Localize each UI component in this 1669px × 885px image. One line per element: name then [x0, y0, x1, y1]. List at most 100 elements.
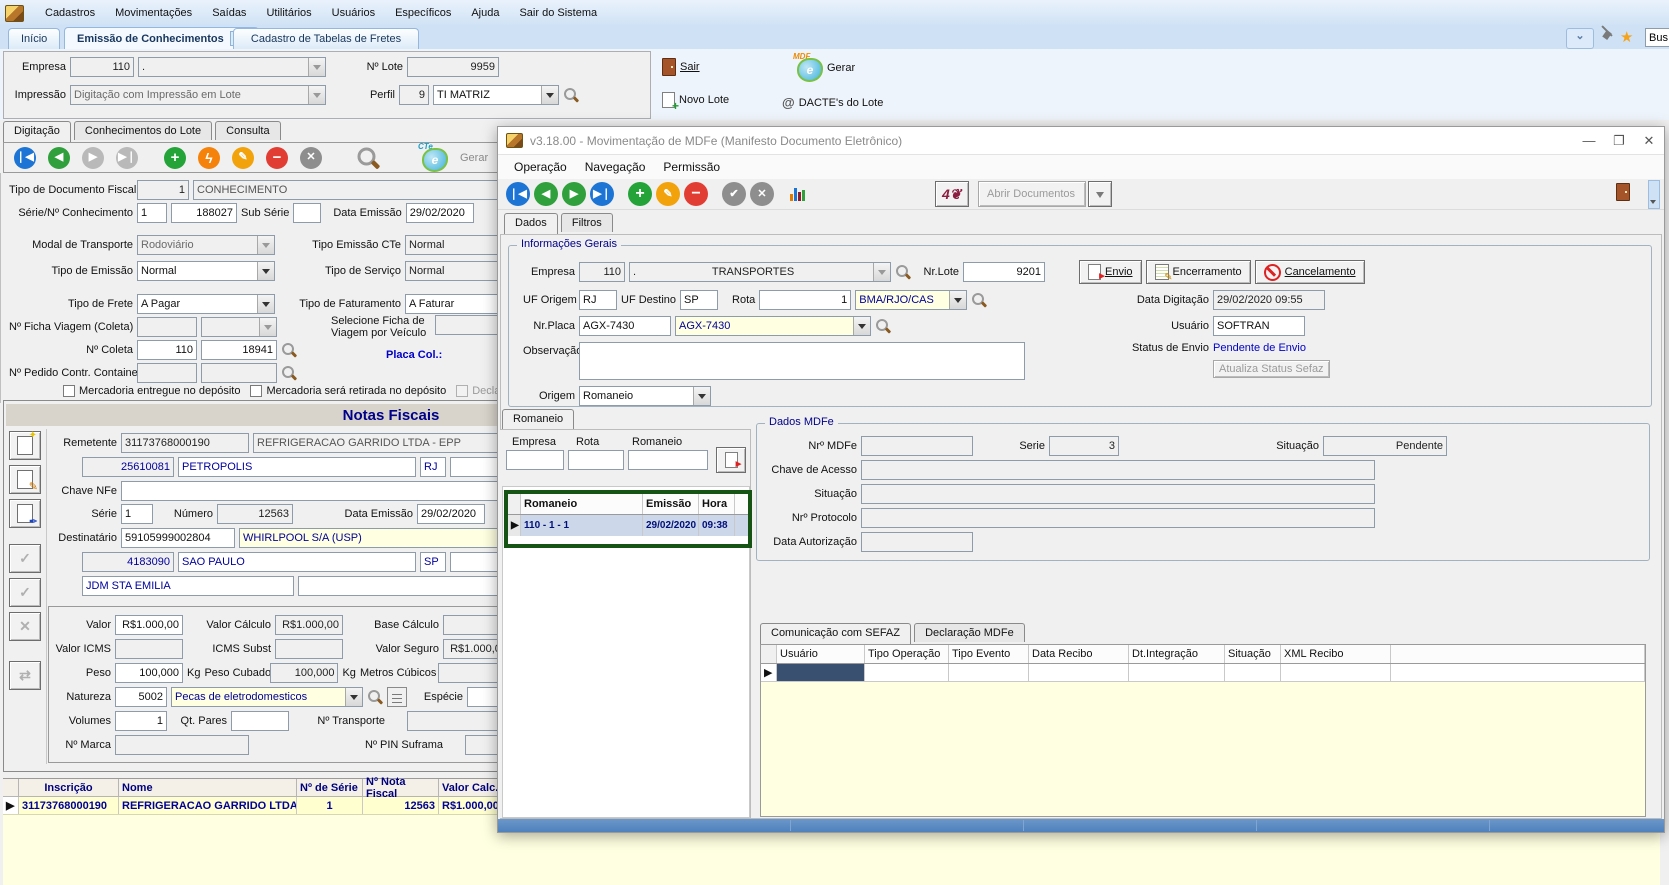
tipo-emissao-combo[interactable]: Normal — [137, 261, 275, 281]
sefaz-header-data-recibo[interactable]: Data Recibo — [1029, 645, 1129, 663]
observacao-field[interactable] — [579, 342, 1025, 380]
sefaz-grid-row[interactable]: ▶ — [761, 664, 1645, 682]
cancelamento-button[interactable]: Cancelamento — [1255, 260, 1365, 284]
nav-first-icon[interactable]: ❘◀ — [14, 147, 36, 169]
close-icon[interactable]: ✕ — [1634, 130, 1664, 152]
cancel-icon[interactable]: ✕ — [750, 182, 774, 206]
search-icon[interactable] — [563, 87, 579, 103]
sair-dialog-button[interactable] — [1616, 183, 1630, 204]
tab-digitacao[interactable]: Digitação — [3, 121, 71, 142]
nf-grid-header-inscricao[interactable]: Inscrição — [19, 779, 119, 796]
nav-first-icon[interactable]: ❘◀ — [506, 182, 530, 206]
edit-nota-button[interactable] — [9, 465, 41, 494]
remove-icon[interactable]: − — [684, 182, 708, 206]
sign-nota-button[interactable] — [9, 499, 41, 528]
mdfe-title-bar[interactable]: v3.18.00 - Movimentação de MDFe (Manifes… — [498, 127, 1664, 155]
sefaz-header-situacao[interactable]: Situação — [1225, 645, 1281, 663]
uf-destino-field[interactable]: SP — [680, 290, 718, 310]
menu-especificos[interactable]: Específicos — [386, 4, 460, 22]
valor-field[interactable]: R$1.000,00 — [115, 615, 183, 635]
menu-sair-do-sistema[interactable]: Sair do Sistema — [510, 4, 606, 22]
search-icon[interactable] — [875, 318, 891, 334]
sair-button[interactable]: Sair — [662, 58, 700, 76]
mdfe-menu-navegacao[interactable]: Navegação — [577, 158, 654, 176]
abrir-documentos-dropdown[interactable] — [1088, 181, 1112, 207]
tipo-frete-combo[interactable]: A Pagar — [137, 294, 275, 314]
destinatario-cnpj-field[interactable]: 59105999002804 — [121, 528, 235, 548]
search-input[interactable] — [1645, 28, 1669, 47]
tab-consulta[interactable]: Consulta — [215, 121, 280, 140]
tab-conhecimentos-do-lote[interactable]: Conhecimentos do Lote — [74, 121, 212, 140]
tab-cadastro-tabelas-fretes[interactable]: Cadastro de Tabelas de Fretes — [233, 28, 419, 49]
add-icon[interactable]: + — [164, 147, 186, 169]
sefaz-header-usuario[interactable]: Usuário — [777, 645, 865, 663]
data-emissao-field[interactable]: 29/02/2020 — [406, 203, 474, 223]
tab-emissao-conhecimentos[interactable]: Emissão de Conhecimentos ✕ — [64, 27, 259, 49]
menu-utilitarios[interactable]: Utilitários — [257, 4, 320, 22]
lightning-icon[interactable]: ϟ — [198, 147, 220, 169]
volumes-field[interactable]: 1 — [115, 711, 167, 731]
side-collapse-strip[interactable] — [1648, 180, 1660, 209]
mdfe-menu-operacao[interactable]: Operação — [506, 158, 575, 176]
nav-last-icon[interactable]: ▶❘ — [590, 182, 614, 206]
nf-data-emissao-field[interactable]: 29/02/2020 — [417, 504, 485, 524]
sub-serie-field[interactable] — [293, 203, 321, 223]
natureza-cod-field[interactable]: 5002 — [115, 687, 167, 707]
add-icon[interactable]: + — [628, 182, 652, 206]
romaneio-romaneio-field[interactable] — [628, 450, 708, 470]
maximize-icon[interactable]: ❐ — [1604, 130, 1634, 152]
new-nota-button[interactable] — [9, 431, 41, 460]
romaneio-grid-header-romaneio[interactable]: Romaneio — [521, 494, 643, 514]
romaneio-empresa-field[interactable] — [506, 450, 564, 470]
mdfe-menu-permissao[interactable]: Permissão — [655, 158, 728, 176]
menu-movimentacoes[interactable]: Movimentações — [106, 4, 201, 22]
rota-cod-field[interactable]: 1 — [759, 290, 851, 310]
edit-icon[interactable]: ✎ — [232, 147, 254, 169]
menu-saidas[interactable]: Saídas — [203, 4, 255, 22]
numero-conhecimento-field[interactable]: 188027 — [171, 203, 237, 223]
search-icon[interactable] — [356, 146, 380, 170]
encerramento-button[interactable]: Encerramento — [1146, 260, 1251, 284]
cte-logo-icon[interactable]: CTee — [418, 146, 448, 170]
minimize-icon[interactable]: — — [1574, 130, 1604, 152]
search-icon[interactable] — [281, 365, 297, 381]
tab-comunicacao-sefaz[interactable]: Comunicação com SEFAZ — [760, 623, 911, 644]
peso-field[interactable]: 100,000 — [115, 663, 183, 683]
romaneio-grid-row[interactable]: ▶ 110 - 1 - 1 29/02/2020 09:38 — [508, 515, 748, 536]
romaneio-rota-field[interactable] — [568, 450, 624, 470]
search-icon[interactable] — [367, 689, 383, 705]
menu-cadastros[interactable]: Cadastros — [36, 4, 104, 22]
gerar-mdfe-button[interactable]: MDFe Gerar — [793, 56, 855, 80]
nf-grid-header-nome[interactable]: Nome — [119, 779, 297, 796]
nf-grid-header-nota[interactable]: Nº Nota Fiscal — [363, 779, 439, 796]
natureza-combo[interactable]: Pecas de eletrodomesticos — [171, 687, 363, 707]
acbr-button[interactable]: 4❦ — [935, 181, 969, 207]
nf-serie-field[interactable]: 1 — [121, 504, 153, 524]
dacte-lote-button[interactable]: @ DACTE's do Lote — [782, 95, 883, 110]
romaneio-import-button[interactable] — [716, 447, 746, 473]
serie-field[interactable]: 1 — [137, 203, 167, 223]
edit-icon[interactable]: ✎ — [656, 182, 680, 206]
nav-next-icon[interactable]: ▶ — [562, 182, 586, 206]
cancel-icon[interactable]: ✕ — [300, 147, 322, 169]
nf-grid-header-serie[interactable]: Nº de Série — [297, 779, 363, 796]
list-detail-button[interactable] — [387, 687, 407, 707]
checkbox-mercadoria-retirada[interactable] — [250, 385, 262, 397]
uf-origem-field[interactable]: RJ — [579, 290, 617, 310]
checkbox-mercadoria-entregue[interactable] — [63, 385, 75, 397]
novo-lote-button[interactable]: Novo Lote — [662, 92, 729, 108]
romaneio-grid-header-hora[interactable]: Hora — [699, 494, 735, 514]
nav-prev-icon[interactable]: ◀ — [48, 147, 70, 169]
menu-usuarios[interactable]: Usuários — [323, 4, 384, 22]
search-icon[interactable] — [281, 342, 297, 358]
origem-combo[interactable]: Romaneio — [579, 386, 711, 406]
chevron-down-icon[interactable]: ⌄ — [1566, 28, 1594, 49]
search-icon[interactable] — [971, 292, 987, 308]
placa-combo[interactable]: AGX-7430 — [675, 316, 871, 336]
placa-field[interactable]: AGX-7430 — [579, 316, 671, 336]
favorites-star-icon[interactable]: ★ — [1620, 28, 1633, 46]
rota-combo[interactable]: BMA/RJO/CAS — [855, 290, 967, 310]
coleta-empresa-field[interactable]: 110 — [137, 340, 197, 360]
confirm-icon[interactable]: ✔ — [722, 182, 746, 206]
mdfe-tab-filtros[interactable]: Filtros — [561, 213, 613, 232]
